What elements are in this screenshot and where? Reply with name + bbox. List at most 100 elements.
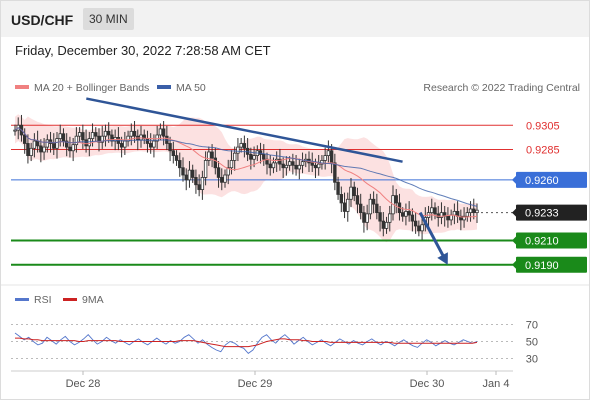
candle-body — [329, 150, 334, 164]
candle-body — [174, 155, 179, 161]
candle-body — [271, 162, 276, 169]
level-label-0.9233: 0.9233 — [525, 208, 559, 220]
candle-body — [123, 140, 127, 148]
candle-body — [42, 146, 46, 153]
level-label-0.9210: 0.9210 — [525, 236, 559, 248]
candle-body — [148, 143, 153, 148]
candle-body — [181, 167, 185, 176]
candle-body — [203, 160, 208, 178]
candle-body — [184, 174, 188, 181]
price-chart-svg: MA 20 + Bollinger Bands MA 50 Research ©… — [1, 82, 589, 390]
candle-body — [465, 212, 470, 217]
x-tick-label: Jan 4 — [483, 378, 510, 390]
rsi-tick-70: 70 — [526, 320, 538, 332]
candle-body — [129, 130, 134, 137]
x-axis: Dec 28 Dec 29 Dec 30 Jan 4 — [66, 371, 510, 390]
candle-body — [84, 139, 88, 147]
candle-body — [262, 153, 266, 160]
level-label-0.9260: 0.9260 — [525, 175, 559, 187]
candle-body — [220, 177, 224, 183]
chart-widget: USD/CHF 30 MIN Friday, December 30, 2022… — [0, 0, 590, 400]
candle-body — [90, 132, 95, 140]
rsi-ma-legend-swatch — [63, 298, 77, 301]
ma20-legend-label: MA 20 + Bollinger Bands — [34, 82, 149, 94]
candle-body — [77, 132, 82, 137]
level-badge-pointer-0.9260 — [512, 175, 516, 184]
candle-body — [352, 186, 356, 197]
candle-body — [22, 134, 27, 144]
candle-body — [239, 143, 243, 148]
candle-body — [300, 161, 305, 166]
candle-body — [29, 147, 33, 157]
candle-body — [68, 146, 72, 152]
candle-body — [119, 143, 124, 148]
candle-body — [145, 138, 150, 144]
rsi-ma-legend-label: 9MA — [82, 294, 104, 306]
candle-body — [168, 143, 172, 152]
x-tick-label: Dec 29 — [238, 378, 273, 390]
candle-body — [378, 212, 382, 222]
candle-body — [190, 169, 195, 178]
candle-body — [294, 164, 298, 170]
level-badge-pointer-0.9190 — [512, 260, 516, 269]
level-labels: 0.9305 0.9285 0.9260 0.9233 0.9210 0.9190 — [512, 120, 587, 273]
candle-body — [394, 195, 398, 204]
candle-body — [32, 140, 37, 149]
candle-body — [281, 163, 285, 169]
candle-body — [236, 146, 240, 154]
candle-body — [161, 128, 166, 137]
candle-body — [45, 139, 50, 148]
candle-body — [48, 139, 53, 144]
candle-body — [417, 225, 421, 232]
candle-body — [52, 143, 56, 149]
candle-body — [200, 177, 205, 190]
candle-body — [410, 214, 415, 222]
candle-body — [197, 184, 201, 190]
candle-body — [388, 213, 392, 223]
candle-body — [413, 220, 418, 227]
candle-body — [323, 155, 327, 161]
candle-body — [13, 129, 17, 132]
candle-body — [475, 209, 479, 214]
candle-body — [74, 135, 79, 146]
candle-body — [171, 150, 176, 157]
rsi-legend: RSI 9MA — [15, 294, 104, 306]
candle-body — [407, 211, 411, 216]
candle-body — [94, 132, 98, 137]
candle-body — [210, 151, 214, 159]
candle-body — [430, 207, 434, 214]
ma50-legend-label: MA 50 — [176, 82, 206, 94]
candle-body — [132, 130, 137, 137]
candle-body — [58, 133, 62, 140]
candle-body — [326, 150, 331, 157]
candle-body — [346, 198, 350, 212]
candle-body — [61, 133, 66, 142]
candle-body — [349, 186, 353, 200]
candle-body — [375, 203, 379, 214]
x-tick-label: Dec 30 — [410, 378, 445, 390]
candle-body — [274, 158, 279, 164]
candle-body — [71, 144, 75, 152]
candle-body — [55, 138, 59, 149]
level-label-0.9190: 0.9190 — [525, 260, 559, 272]
main-legend: MA 20 + Bollinger Bands MA 50 Research ©… — [15, 82, 580, 94]
candle-body — [268, 163, 272, 169]
level-badge-pointer-0.9233 — [512, 208, 516, 217]
candle-body — [297, 164, 302, 170]
candle-body — [404, 211, 408, 217]
candle-body — [333, 162, 337, 183]
candle-body — [313, 164, 318, 169]
candle-body — [355, 195, 360, 205]
candle-body — [365, 213, 369, 223]
candle-body — [229, 160, 234, 169]
rsi-legend-swatch — [15, 298, 29, 301]
candle-body — [384, 221, 389, 229]
candle-body — [216, 167, 221, 178]
candle-body — [420, 224, 424, 232]
level-badge-pointer-0.9210 — [512, 236, 516, 245]
candle-body — [342, 202, 347, 212]
level-label-0.9305: 0.9305 — [526, 120, 560, 132]
candle-body — [287, 161, 292, 166]
candle-body — [400, 212, 405, 217]
candle-body — [158, 128, 163, 136]
